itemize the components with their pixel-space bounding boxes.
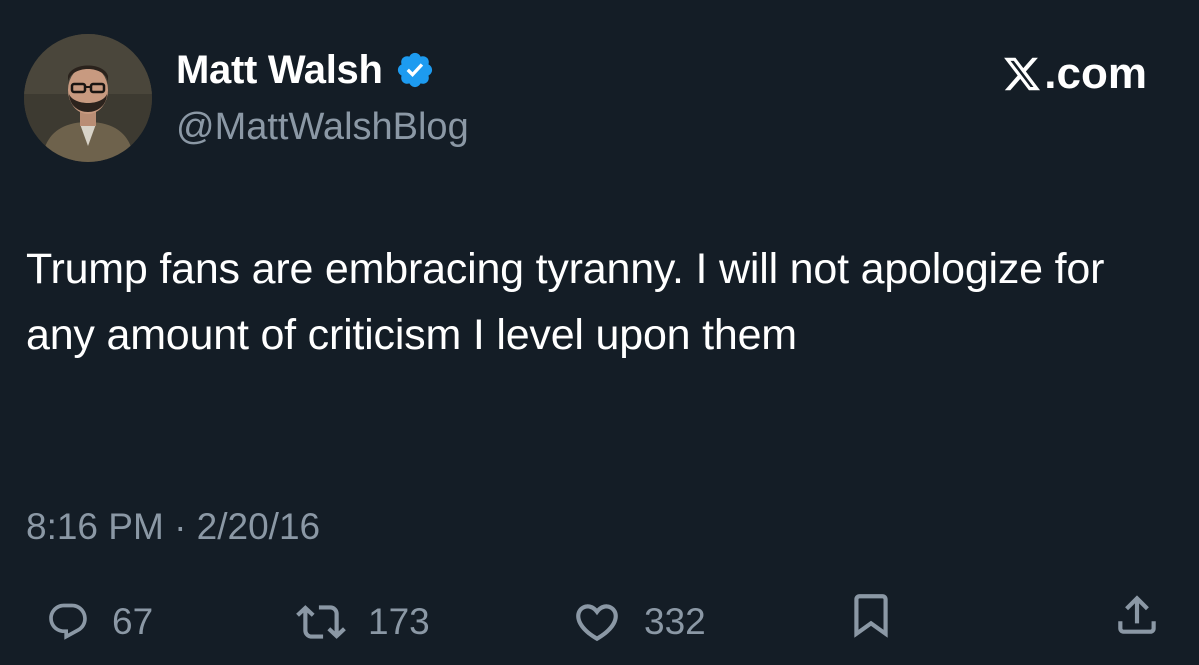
retweet-button[interactable]: 173 [296,590,430,654]
user-handle[interactable]: @MattWalshBlog [176,104,469,150]
brand-label: .com [1044,49,1147,98]
verified-badge-icon[interactable] [395,50,435,90]
author-name-row: Matt Walsh [176,46,435,94]
reply-count: 67 [112,601,154,642]
x-logo-icon [1004,57,1041,91]
heart-icon [576,604,618,642]
avatar[interactable] [24,34,152,162]
avatar-photo [24,34,152,162]
brand-watermark: .com [1002,48,1147,100]
bookmark-button[interactable] [846,590,896,640]
share-button[interactable] [1112,590,1162,640]
share-icon [1118,595,1156,634]
like-button[interactable]: 332 [572,590,706,654]
tweet-text: Trump fans are embracing tyranny. I will… [26,245,1105,359]
tweet-card: Matt Walsh @MattWalshBlog .com Trump fan… [0,0,1199,665]
reply-icon [49,603,87,640]
retweet-count: 173 [368,601,430,642]
action-bar: 67 173 332 [0,590,1199,660]
like-count: 332 [644,601,706,642]
reply-button[interactable]: 67 [46,590,153,654]
tweet-timestamp[interactable]: 8:16 PM · 2/20/16 [26,504,320,550]
bookmark-icon [854,594,888,638]
display-name[interactable]: Matt Walsh [176,46,383,94]
retweet-icon [296,605,346,639]
